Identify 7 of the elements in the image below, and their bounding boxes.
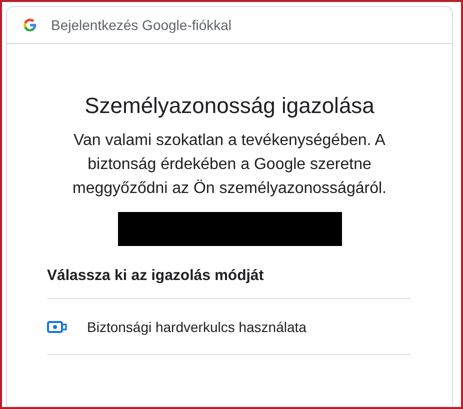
method-option[interactable]: Biztonsági hardverkulcs használata	[47, 299, 411, 355]
google-logo-icon	[23, 18, 37, 32]
header-title: Bejelentkezés Google-fiókkal	[51, 17, 232, 33]
description-text: Van valami szokatlan a tevékenységében. A biztonság érdekében a Google szeretne meggyőződni az Ön személyazonosságáról.	[72, 131, 388, 199]
security-key-icon	[47, 320, 67, 332]
page-heading: Személyazonosság igazolása	[84, 93, 374, 119]
section-heading: Válassza ki az igazolás módját	[47, 267, 411, 299]
